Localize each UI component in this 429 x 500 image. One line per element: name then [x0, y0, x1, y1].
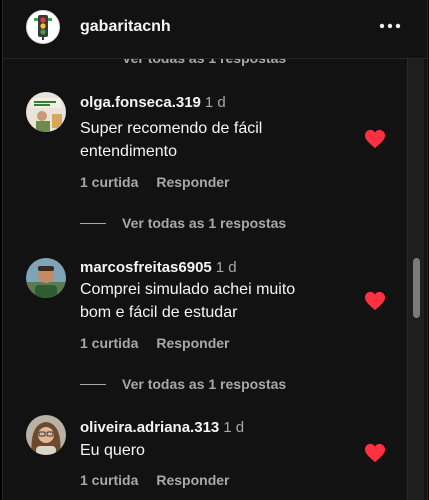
comment-text: Eu quero — [80, 439, 360, 462]
avatar[interactable] — [26, 258, 66, 298]
likes-count[interactable]: 1 curtida — [80, 472, 138, 488]
reply-button[interactable]: Responder — [156, 174, 229, 190]
comment-time[interactable]: 1 d — [223, 419, 244, 436]
likes-count[interactable]: 1 curtida — [80, 335, 138, 351]
comment-time[interactable]: 1 d — [205, 94, 226, 111]
comment-actions: 1 curtida Responder — [80, 472, 247, 488]
view-replies-link[interactable]: Ver todas as 1 respostas — [122, 58, 286, 66]
more-horizontal-icon — [379, 23, 401, 29]
view-replies-link[interactable]: Ver todas as 1 respostas — [80, 215, 286, 231]
comment-header: oliveira.adriana.313 1 d — [80, 419, 244, 436]
comment-header: marcosfreitas6905 1 d — [80, 259, 237, 276]
comments-panel: gabaritacnh Ver todas as 1 respostas olg… — [2, 0, 428, 500]
comment-time[interactable]: 1 d — [216, 259, 237, 276]
reply-button[interactable]: Responder — [156, 335, 229, 351]
reply-button[interactable]: Responder — [156, 472, 229, 488]
scrollbar-thumb[interactable] — [413, 258, 420, 318]
heart-icon[interactable] — [364, 443, 386, 463]
divider-line — [80, 383, 106, 385]
heart-icon[interactable] — [364, 129, 386, 149]
comment-text-line: Eu quero — [80, 442, 145, 459]
comments-list[interactable]: Ver todas as 1 respostas olga.fonseca.31… — [3, 58, 427, 500]
avatar[interactable] — [26, 415, 66, 455]
profile-avatar[interactable] — [26, 10, 60, 44]
comment-username[interactable]: oliveira.adriana.313 — [80, 419, 219, 436]
comment-text-line: entendimento — [80, 143, 177, 160]
view-replies-label: Ver todas as 1 respostas — [122, 215, 287, 231]
comment-actions: 1 curtida Responder — [80, 335, 247, 351]
post-header: gabaritacnh — [3, 0, 427, 59]
divider-line — [80, 222, 106, 224]
comment-text-line: Super recomendo de fácil — [80, 120, 263, 137]
comment-text: Comprei simulado achei muito bom e fácil… — [80, 278, 360, 324]
view-replies-label: Ver todas as 1 respostas — [122, 376, 287, 392]
likes-count[interactable]: 1 curtida — [80, 174, 138, 190]
traffic-light-icon — [34, 15, 52, 40]
comment-text-line: Comprei simulado achei muito — [80, 281, 296, 298]
post-username[interactable]: gabaritacnh — [80, 18, 171, 36]
comment-username[interactable]: marcosfreitas6905 — [80, 259, 212, 276]
comment-text-line: bom e fácil de estudar — [80, 304, 238, 321]
comment-header: olga.fonseca.319 1 d — [80, 94, 226, 111]
view-replies-link[interactable]: Ver todas as 1 respostas — [80, 376, 286, 392]
avatar[interactable] — [26, 92, 66, 132]
scrollbar[interactable] — [407, 58, 424, 500]
heart-icon[interactable] — [364, 291, 386, 311]
comment-text: Super recomendo de fácil entendimento — [80, 117, 360, 163]
comment-username[interactable]: olga.fonseca.319 — [80, 94, 201, 111]
more-options-button[interactable] — [377, 16, 403, 36]
comment-actions: 1 curtida Responder — [80, 174, 247, 190]
